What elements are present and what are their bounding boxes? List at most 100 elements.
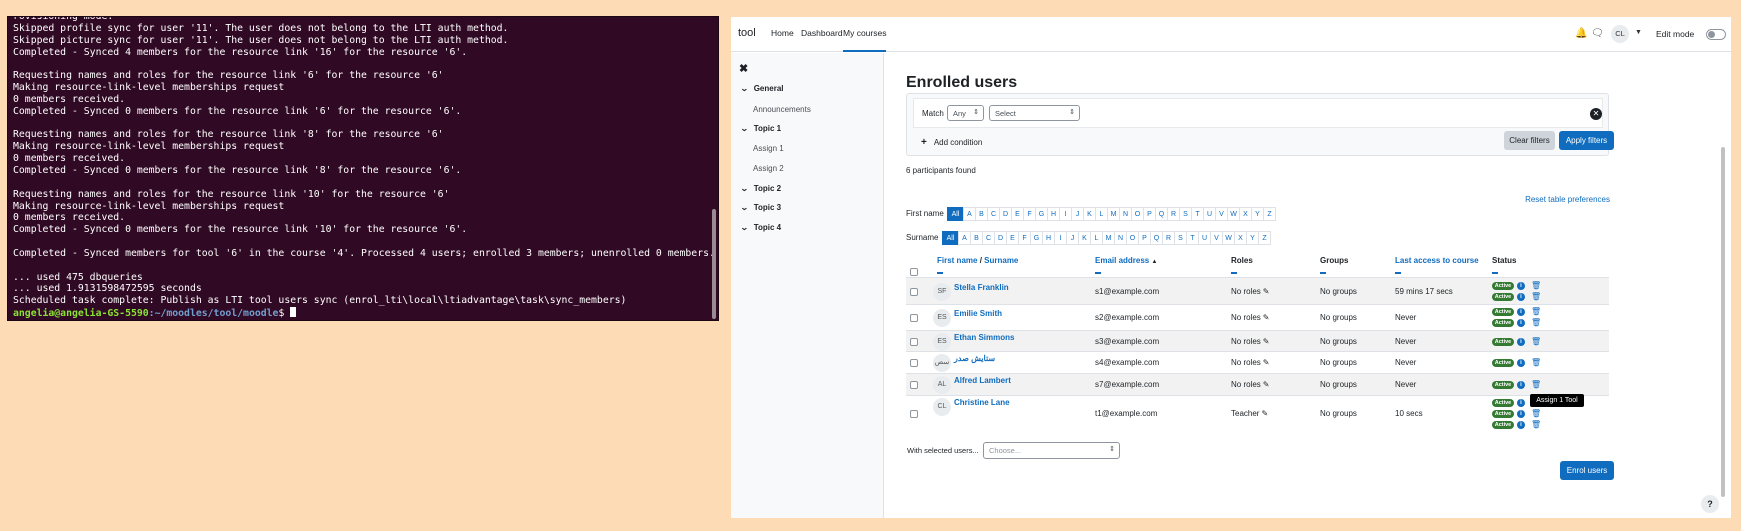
match-select[interactable]: Any ⇕ (947, 105, 984, 121)
terminal-scrollbar[interactable] (712, 209, 716, 319)
terminal-prompt[interactable]: angelia@angelia-GS-5590:~/moodles/tool/m… (13, 307, 718, 319)
info-icon[interactable]: i (1517, 381, 1525, 389)
remove-filter-icon[interactable]: ✕ (1590, 108, 1602, 120)
sort-email[interactable]: Email address (1095, 256, 1149, 265)
status-badge: Active (1492, 359, 1514, 367)
user-name-link[interactable]: Christine Lane (954, 398, 1010, 407)
collapse-icon[interactable] (1492, 272, 1498, 274)
pencil-icon[interactable]: ✎ (1263, 337, 1270, 346)
roles-cell: No roles ✎ (1231, 313, 1270, 322)
first-name-initials-bar: All A B C D E F G H I J K L M N O P Q R S T U V W X Y Z (947, 207, 1276, 221)
status-badge: Active (1492, 421, 1514, 429)
first-name-initial[interactable]: Z (1263, 207, 1276, 221)
clear-filters-button[interactable]: Clear filters (1504, 131, 1555, 150)
column-header-last-access[interactable]: Last access to course (1395, 256, 1479, 265)
edit-mode-toggle[interactable] (1706, 29, 1726, 40)
user-avatar: AL (933, 376, 951, 394)
user-name-link[interactable]: Emilie Smith (954, 309, 1002, 318)
enrol-users-button[interactable]: Enrol users (1560, 461, 1614, 480)
close-icon[interactable]: ✖ (739, 62, 748, 75)
info-icon[interactable]: i (1517, 399, 1525, 407)
pencil-icon[interactable]: ✎ (1261, 409, 1268, 418)
terminal-window[interactable]: rovisioning mode. Skipped profile sync fo… (7, 16, 719, 321)
terminal-line: 0 members received. (13, 153, 126, 165)
row-checkbox[interactable] (910, 359, 918, 367)
info-icon[interactable]: i (1517, 319, 1525, 327)
select-all-checkbox[interactable] (910, 268, 918, 276)
trash-icon[interactable]: 🗑 (1531, 359, 1541, 367)
pencil-icon[interactable]: ✎ (1263, 313, 1270, 322)
apply-filters-button[interactable]: Apply filters (1559, 131, 1614, 150)
column-header-email[interactable]: Email address ▲ (1095, 256, 1157, 265)
row-checkbox[interactable] (910, 288, 918, 296)
user-name-link[interactable]: Stella Franklin (954, 283, 1009, 292)
section-topic-4[interactable]: ⌄ Topic 4 (740, 223, 781, 232)
activity-assign-2[interactable]: Assign 2 (753, 164, 784, 173)
sort-first-name[interactable]: First name (937, 256, 977, 265)
info-icon[interactable]: i (1517, 338, 1525, 346)
status-badge: Active (1492, 308, 1514, 316)
info-icon[interactable]: i (1517, 410, 1525, 418)
pencil-icon[interactable]: ✎ (1263, 287, 1270, 296)
help-button[interactable]: ? (1701, 495, 1719, 513)
reset-table-preferences-link[interactable]: Reset table preferences (1525, 195, 1610, 204)
info-icon[interactable]: i (1517, 359, 1525, 367)
collapse-icon[interactable] (1320, 272, 1326, 274)
filter-type-select[interactable]: Select ⇕ (989, 105, 1080, 121)
collapse-icon[interactable] (1395, 272, 1401, 274)
info-icon[interactable]: i (1517, 308, 1525, 316)
nav-dashboard[interactable]: Dashboard (801, 28, 843, 38)
row-checkbox[interactable] (910, 314, 918, 322)
user-name-link[interactable]: Ethan Simmons (954, 333, 1014, 342)
activity-announcements[interactable]: Announcements (753, 105, 811, 114)
section-general[interactable]: ⌄ General (740, 84, 784, 93)
trash-icon[interactable]: 🗑 (1531, 410, 1541, 418)
surname-initial[interactable]: All (942, 231, 959, 245)
pencil-icon[interactable]: ✎ (1263, 380, 1270, 389)
terminal-line: Skipped profile sync for user '11'. The … (13, 22, 509, 34)
row-checkbox[interactable] (910, 338, 918, 346)
info-icon[interactable]: i (1517, 421, 1525, 429)
column-header-name[interactable]: First name / Surname (937, 256, 1018, 265)
section-topic-3[interactable]: ⌄ Topic 3 (740, 203, 781, 212)
collapse-icon[interactable] (1231, 272, 1237, 274)
roles-value: No roles (1231, 287, 1261, 296)
add-condition-button[interactable]: + Add condition (921, 137, 982, 148)
trash-icon[interactable]: 🗑 (1531, 293, 1541, 301)
match-value: Any (953, 109, 966, 118)
surname-initial[interactable]: Z (1258, 231, 1271, 245)
user-avatar[interactable]: CL (1611, 25, 1629, 43)
page-scrollbar[interactable] (1721, 147, 1725, 497)
user-name-link[interactable]: Alfred Lambert (954, 376, 1011, 385)
row-checkbox[interactable] (910, 410, 918, 418)
trash-icon[interactable]: 🗑 (1531, 308, 1541, 316)
navbar: tool Home Dashboard My courses 🔔 🗨 CL ▼ … (731, 17, 1731, 52)
section-label: Topic 2 (753, 184, 782, 193)
chevron-down-icon[interactable]: ▼ (1635, 29, 1642, 36)
section-topic-2[interactable]: ⌄ Topic 2 (740, 184, 782, 193)
collapse-icon[interactable] (1095, 272, 1101, 274)
trash-icon[interactable]: 🗑 (1531, 338, 1541, 346)
trash-icon[interactable]: 🗑 (1531, 421, 1541, 429)
sort-surname[interactable]: Surname (984, 256, 1018, 265)
first-name-initial[interactable]: All (947, 207, 964, 221)
row-checkbox[interactable] (910, 381, 918, 389)
trash-icon[interactable]: 🗑 (1531, 319, 1541, 327)
sort-asc-icon: ▲ (1151, 259, 1158, 265)
trash-icon[interactable]: 🗑 (1531, 381, 1541, 389)
chat-icon[interactable]: 🗨 (1591, 28, 1604, 39)
info-icon[interactable]: i (1517, 293, 1525, 301)
user-name-link[interactable]: ستايش صدر (954, 354, 995, 363)
pencil-icon[interactable]: ✎ (1263, 358, 1270, 367)
nav-my-courses[interactable]: My courses (843, 28, 887, 52)
activity-assign-1[interactable]: Assign 1 (753, 144, 784, 153)
bulk-action-select[interactable]: Choose... ⇕ (983, 442, 1120, 459)
collapse-icon[interactable] (937, 272, 943, 274)
site-brand[interactable]: tool (738, 27, 756, 39)
info-icon[interactable]: i (1517, 282, 1525, 290)
nav-home[interactable]: Home (771, 28, 794, 38)
section-topic-1[interactable]: ⌄ Topic 1 (740, 124, 781, 133)
trash-icon[interactable]: 🗑 (1531, 282, 1541, 290)
terminal-line: rovisioning mode. (13, 16, 114, 22)
bell-icon[interactable]: 🔔 (1575, 28, 1587, 39)
